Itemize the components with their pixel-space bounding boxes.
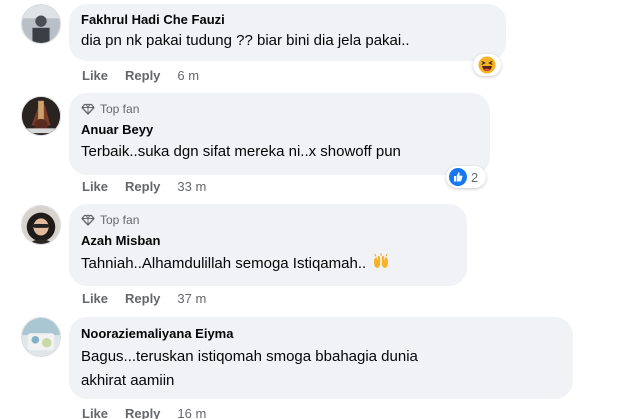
comment-author[interactable]: Azah Misban (81, 232, 455, 249)
comment-thread: Fakhrul Hadi Che Fauzi dia pn nk pakai t… (0, 0, 623, 419)
comment-text: Terbaik..suka dgn sifat mereka ni..x sho… (81, 143, 401, 160)
comment-time[interactable]: 37 m (177, 291, 206, 306)
avatar-photo-icon (22, 206, 60, 244)
avatar[interactable] (21, 96, 61, 136)
like-button[interactable]: Like (82, 406, 108, 419)
like-button[interactable]: Like (82, 291, 108, 306)
reaction-count: 2 (471, 169, 479, 185)
comment-author[interactable]: Anuar Beyy (81, 121, 478, 138)
like-button[interactable]: Like (82, 179, 108, 194)
avatar[interactable] (21, 317, 61, 357)
comment-author[interactable]: Fakhrul Hadi Che Fauzi (81, 11, 494, 28)
comment-time[interactable]: 33 m (177, 179, 206, 194)
comment-bubble: Top fan Azah Misban Tahniah..Alhamdulill… (69, 204, 467, 286)
raising-hands-emoji-icon (374, 253, 389, 268)
comment-text: Bagus...teruskan istiqomah smoga bbahagi… (81, 348, 418, 389)
diamond-icon (81, 103, 95, 115)
comment-text: Tahniah..Alhamdulillah semoga Istiqamah.… (81, 253, 455, 274)
comment-reaction[interactable] (473, 54, 501, 76)
avatar[interactable] (21, 4, 61, 44)
like-button[interactable]: Like (82, 68, 108, 83)
comment-text: dia pn nk pakai tudung ?? biar bini dia … (81, 32, 410, 49)
comment-bubble: Fakhrul Hadi Che Fauzi dia pn nk pakai t… (69, 4, 506, 61)
comment-time[interactable]: 6 m (177, 68, 199, 83)
comment-actions: Like Reply 33 m (82, 179, 206, 194)
like-reaction-icon (449, 168, 467, 186)
avatar[interactable] (21, 205, 61, 245)
comment-actions: Like Reply 37 m (82, 291, 206, 306)
top-fan-badge: Top fan (81, 101, 478, 117)
avatar-photo-icon (22, 5, 60, 43)
comment-actions: Like Reply 16 m (82, 406, 206, 419)
reply-button[interactable]: Reply (125, 179, 160, 194)
reply-button[interactable]: Reply (125, 68, 160, 83)
avatar-photo-icon (22, 97, 60, 135)
comment-author[interactable]: Nooraziemaliyana Eiyma (81, 325, 561, 342)
comment-bubble: Nooraziemaliyana Eiyma Bagus...teruskan … (69, 317, 573, 399)
comment-bubble: Top fan Anuar Beyy Terbaik..suka dgn sif… (69, 93, 490, 175)
laughing-emoji-icon (478, 56, 496, 74)
comment-reaction[interactable]: 2 (446, 166, 487, 188)
diamond-icon (81, 214, 95, 226)
avatar-photo-icon (22, 318, 60, 356)
top-fan-badge: Top fan (81, 212, 455, 228)
reply-button[interactable]: Reply (125, 291, 160, 306)
comment-time[interactable]: 16 m (177, 406, 206, 419)
comment-actions: Like Reply 6 m (82, 68, 199, 83)
reply-button[interactable]: Reply (125, 406, 160, 419)
